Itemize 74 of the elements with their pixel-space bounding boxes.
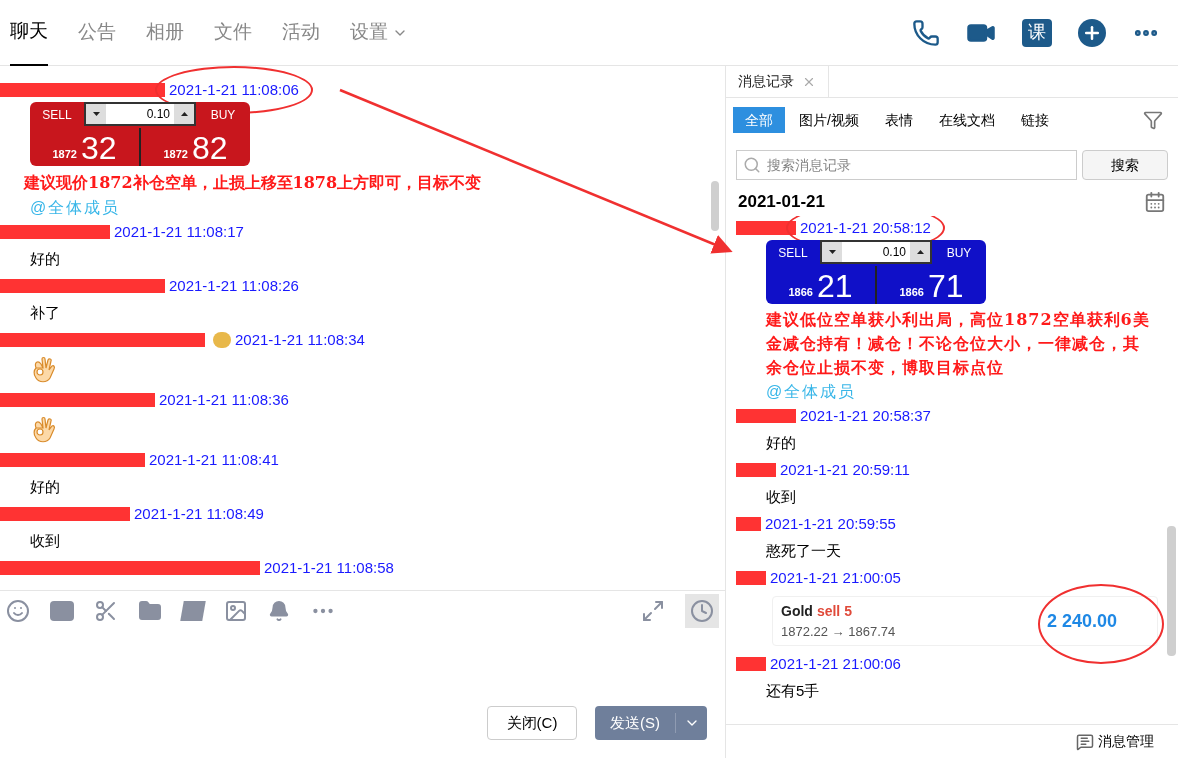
history-tab[interactable]: 消息记录 — [726, 66, 829, 97]
message-text: 好的 — [29, 249, 61, 269]
trade-prices: 1872.22 → 1867.74 — [781, 622, 896, 641]
scrollbar-thumb[interactable] — [711, 181, 719, 231]
bell-icon[interactable] — [268, 599, 290, 622]
message-time: 2021-1-21 20:59:11 — [780, 461, 910, 478]
scrollbar-thumb[interactable] — [1167, 526, 1176, 656]
nav-tab[interactable]: 活动 — [282, 0, 320, 66]
message-icon — [1076, 732, 1094, 751]
redaction-bar — [736, 571, 766, 585]
message-time: 2021-1-21 21:00:05 — [770, 569, 901, 586]
buy-label: BUY — [945, 245, 973, 262]
redaction-bar — [736, 657, 766, 671]
buy-price[interactable]: 1872 82 — [141, 128, 250, 166]
buy-label: BUY — [209, 107, 237, 124]
nav-tab[interactable]: 公告 — [78, 0, 116, 66]
course-button[interactable]: 课 — [1022, 18, 1052, 47]
date-heading: 2021-01-21 — [738, 191, 825, 214]
message-text: 收到 — [765, 487, 797, 507]
search-field[interactable]: 搜索消息记录 — [736, 150, 1077, 180]
filter-icon[interactable] — [1143, 110, 1163, 130]
message-manage-link[interactable]: 消息管理 — [1076, 731, 1154, 752]
message-time: 2021-1-21 11:08:58 — [264, 559, 394, 576]
message-time: 2021-1-21 21:00:06 — [770, 655, 901, 672]
search-button[interactable]: 搜索 — [1082, 150, 1168, 180]
redaction-bar — [736, 517, 761, 531]
message-text: 好的 — [765, 433, 797, 453]
smiley-icon[interactable] — [6, 598, 30, 623]
filter-tab[interactable]: 链接 — [1008, 107, 1061, 133]
message-time: 2021-1-21 11:08:34 — [235, 331, 365, 348]
message-time: 2021-1-21 20:59:55 — [765, 515, 896, 532]
message-text: 憨死了一天 — [765, 541, 842, 561]
nav-tab[interactable]: 相册 — [146, 0, 184, 66]
message-time: 2021-1-21 20:58:37 — [800, 407, 931, 424]
message-time: 2021-1-21 11:08:17 — [114, 223, 244, 240]
expand-icon[interactable] — [641, 598, 665, 623]
image-icon[interactable] — [224, 598, 248, 623]
filter-tab[interactable]: 图片/视频 — [787, 107, 871, 133]
message-text: 补了 — [29, 303, 61, 323]
phone-call-icon[interactable] — [912, 18, 940, 47]
message-time: 2021-1-21 11:08:06 — [169, 81, 299, 98]
sell-price[interactable]: 1872 32 — [30, 128, 141, 166]
message-text: 收到 — [29, 531, 61, 551]
search-icon — [743, 156, 761, 174]
filter-tab[interactable]: 表情 — [872, 107, 925, 133]
redaction-bar — [736, 463, 776, 477]
message-text: 还有5手 — [765, 681, 821, 701]
calendar-icon[interactable] — [1144, 191, 1166, 213]
trade-symbol: Gold — [781, 601, 813, 621]
trade-profit: 2 240.00 — [1046, 609, 1117, 633]
message-time: 2021-1-21 20:58:12 — [800, 219, 931, 236]
nav-tab[interactable]: 文件 — [214, 0, 252, 66]
trade-side: sell 5 — [816, 601, 852, 621]
message-time: 2021-1-21 11:08:41 — [149, 451, 279, 468]
buy-price[interactable]: 1866 71 — [877, 266, 986, 304]
message-time: 2021-1-21 11:08:26 — [169, 277, 299, 294]
message-text: 好的 — [29, 477, 61, 497]
message-time: 2021-1-21 11:08:36 — [159, 391, 289, 408]
redaction-bar — [736, 409, 796, 423]
message-time: 2021-1-21 11:08:49 — [134, 505, 264, 522]
trade-card[interactable]: Gold sell 5 1872.22 → 1867.74 2 240.00 — [772, 596, 1158, 646]
filter-tab[interactable]: 在线文档 — [926, 107, 1007, 133]
folder-icon[interactable] — [138, 598, 162, 623]
send-button[interactable]: 发送(S) — [595, 706, 707, 740]
sell-price[interactable]: 1866 21 — [766, 266, 877, 304]
sell-label: SELL — [41, 107, 73, 124]
add-icon[interactable] — [1078, 18, 1106, 47]
history-button[interactable] — [685, 593, 719, 628]
sell-label: SELL — [777, 245, 809, 262]
nav-tab[interactable]: 聊天 — [10, 0, 48, 66]
close-button[interactable]: 关闭(C) — [487, 706, 577, 740]
nav-tab[interactable]: 设置 — [350, 0, 408, 66]
redaction-bar — [736, 221, 796, 235]
scissors-icon[interactable] — [94, 598, 118, 623]
